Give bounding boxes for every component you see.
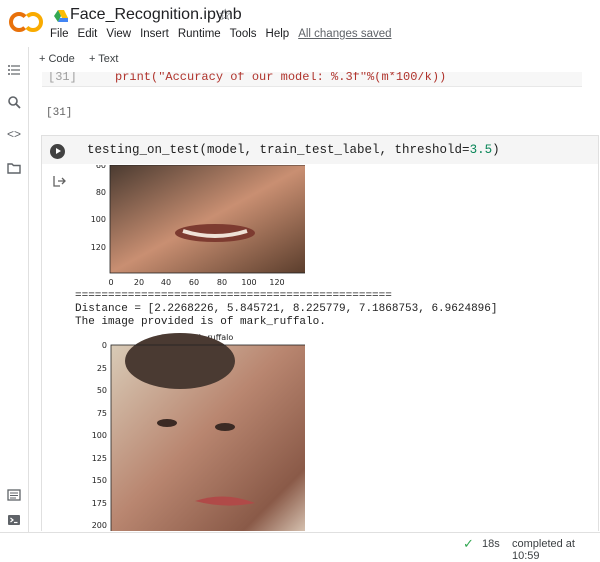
menu-help[interactable]: Help <box>266 28 290 40</box>
prediction-output: The image provided is of mark_ruffalo. <box>75 316 326 328</box>
face-image-1 <box>110 165 305 273</box>
colab-logo[interactable] <box>8 10 44 34</box>
notebook-title[interactable]: Face_Recognition.ipynb <box>70 6 242 24</box>
plot2-y-tick: 150 <box>92 476 107 485</box>
execution-count: [31] <box>46 107 73 119</box>
cell-toolbar: + Code + Text <box>29 47 600 73</box>
face-plot-2: mark_ruffalo 0 25 50 75 100 125 150 175 … <box>92 333 305 531</box>
output-separator: ========================================… <box>75 290 392 302</box>
add-code-button[interactable]: + Code <box>39 53 75 65</box>
console-icon[interactable] <box>7 513 21 527</box>
cell-output: 60 80 100 120 0 20 40 60 80 100 120 ====… <box>75 165 595 531</box>
completed-status[interactable]: completed at 10:59 <box>512 538 600 562</box>
plot1-y-ticks: 60 80 100 120 <box>91 165 106 252</box>
left-sidebar: <> <box>0 47 29 553</box>
plot2-y-tick: 0 <box>102 341 107 350</box>
code-number: 3.5 <box>469 143 493 157</box>
hair-shape <box>125 333 235 389</box>
plot1-y-tick: 120 <box>91 243 106 252</box>
plot1-x-tick: 80 <box>217 278 227 287</box>
status-bar: ✓ 18s completed at 10:59 <box>0 532 600 562</box>
menu-bar: File Edit View Insert Runtime Tools Help… <box>50 28 401 40</box>
top-bar: Face_Recognition.ipynb ☆ File Edit View … <box>0 0 600 47</box>
plot1-x-tick: 60 <box>189 278 199 287</box>
search-icon[interactable] <box>7 95 21 109</box>
menu-tools[interactable]: Tools <box>230 28 257 40</box>
code-cell[interactable]: testing_on_test(model, train_test_label,… <box>42 136 598 531</box>
plot2-y-tick: 200 <box>92 521 107 530</box>
run-cell-button[interactable] <box>50 144 65 159</box>
eye-left <box>157 419 177 427</box>
menu-view[interactable]: View <box>106 28 131 40</box>
clear-output-icon[interactable] <box>52 174 66 188</box>
plot1-x-tick: 120 <box>269 278 284 287</box>
menu-insert[interactable]: Insert <box>140 28 169 40</box>
plot1-x-tick: 0 <box>108 278 113 287</box>
execution-time: 18s <box>482 538 500 550</box>
code-close: ) <box>492 143 500 157</box>
plot2-y-tick: 75 <box>97 409 107 418</box>
menu-edit[interactable]: Edit <box>78 28 98 40</box>
menu-runtime[interactable]: Runtime <box>178 28 221 40</box>
terminal-icon[interactable] <box>7 488 21 502</box>
drive-icon <box>54 10 68 22</box>
eye-right <box>215 423 235 431</box>
plot2-y-tick: 125 <box>92 454 107 463</box>
check-icon: ✓ <box>463 536 474 551</box>
code-text: testing_on_test(model, train_test_label,… <box>87 143 470 157</box>
distance-output: Distance = [2.2268226, 5.845721, 8.22577… <box>75 303 498 315</box>
plot1-y-tick: 100 <box>91 215 106 224</box>
previous-cell-count: [31] <box>48 72 77 84</box>
star-icon[interactable]: ☆ <box>218 5 232 25</box>
notebook-content: [31] print("Accuracy of our model: %.3f"… <box>29 72 600 531</box>
code-line[interactable]: testing_on_test(model, train_test_label,… <box>87 143 500 157</box>
code-icon[interactable]: <> <box>7 127 21 141</box>
plot2-y-tick: 175 <box>92 499 107 508</box>
previous-cell-code: print("Accuracy of our model: %.3f"%(m*1… <box>115 72 447 84</box>
plot1-y-tick: 60 <box>96 165 106 170</box>
previous-code-cell[interactable]: [31] print("Accuracy of our model: %.3f"… <box>42 72 582 87</box>
add-text-button[interactable]: + Text <box>89 53 118 65</box>
face-plot-1: 60 80 100 120 0 20 40 60 80 100 120 <box>91 165 305 287</box>
plot2-y-ticks: 0 25 50 75 100 125 150 175 200 <box>92 341 107 530</box>
folder-icon[interactable] <box>7 161 21 175</box>
plot1-y-tick: 80 <box>96 188 106 197</box>
plot1-x-tick: 20 <box>134 278 144 287</box>
save-status-link[interactable]: All changes saved <box>298 28 391 40</box>
plot2-y-tick: 50 <box>97 386 107 395</box>
plot1-x-tick: 40 <box>161 278 171 287</box>
menu-file[interactable]: File <box>50 28 69 40</box>
plot1-x-tick: 100 <box>241 278 256 287</box>
plot1-x-ticks: 0 20 40 60 80 100 120 <box>108 278 284 287</box>
menu-icon[interactable] <box>7 63 21 77</box>
plot2-y-tick: 25 <box>97 364 107 373</box>
code-editor[interactable]: testing_on_test(model, train_test_label,… <box>42 136 598 164</box>
plot2-y-tick: 100 <box>92 431 107 440</box>
